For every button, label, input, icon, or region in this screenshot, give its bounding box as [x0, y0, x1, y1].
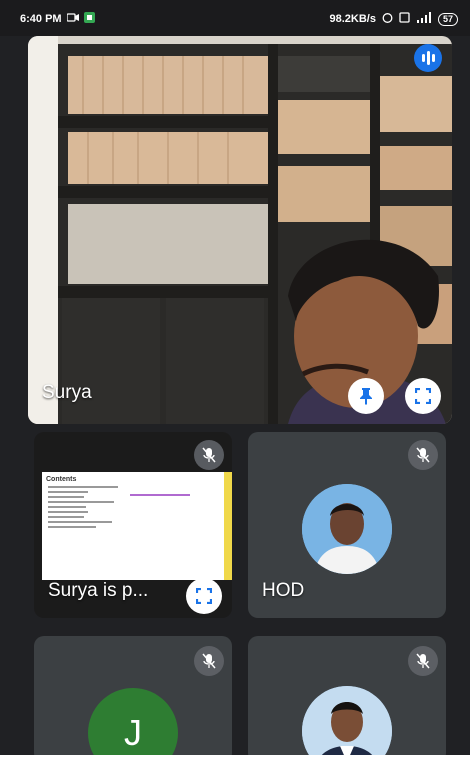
presentation-tile[interactable]: Contents Surya is p...	[34, 432, 232, 618]
status-bar: 6:40 PM 98.2KB/s 57	[0, 0, 470, 36]
network-speed: 98.2KB/s	[329, 13, 376, 25]
sim-icon	[399, 12, 410, 26]
main-speaker-name: Surya	[42, 382, 92, 403]
avatar	[302, 686, 392, 763]
battery-indicator: 57	[437, 12, 458, 26]
app-icon	[83, 12, 95, 26]
fullscreen-icon	[196, 588, 212, 604]
participant-tile-photo[interactable]	[248, 636, 446, 763]
main-speaker-tile[interactable]: Surya	[28, 36, 452, 424]
hod-tile-name: HOD	[262, 580, 305, 601]
presentation-fullscreen-button[interactable]	[186, 578, 222, 614]
presentation-tile-name: Surya is p...	[48, 580, 149, 601]
video-camera-icon	[65, 13, 79, 25]
fullscreen-icon	[415, 388, 431, 404]
speaking-indicator-icon	[414, 44, 442, 72]
slide-title: Contents	[46, 476, 77, 483]
mic-off-icon	[408, 646, 438, 676]
mic-off-icon	[194, 646, 224, 676]
shared-slide: Contents	[42, 472, 232, 580]
participant-tile-j[interactable]: J	[34, 636, 232, 763]
bottom-edge	[0, 755, 470, 763]
pin-button[interactable]	[348, 378, 384, 414]
participant-tile-hod[interactable]: HOD	[248, 432, 446, 618]
avatar	[302, 484, 392, 574]
status-time: 6:40 PM	[20, 13, 62, 25]
fullscreen-button[interactable]	[405, 378, 441, 414]
pin-icon	[360, 388, 372, 405]
avatar-initial: J	[88, 688, 178, 763]
mic-off-icon	[194, 440, 224, 470]
mic-off-icon	[408, 440, 438, 470]
alarm-icon	[382, 12, 393, 26]
signal-icon	[416, 12, 432, 26]
